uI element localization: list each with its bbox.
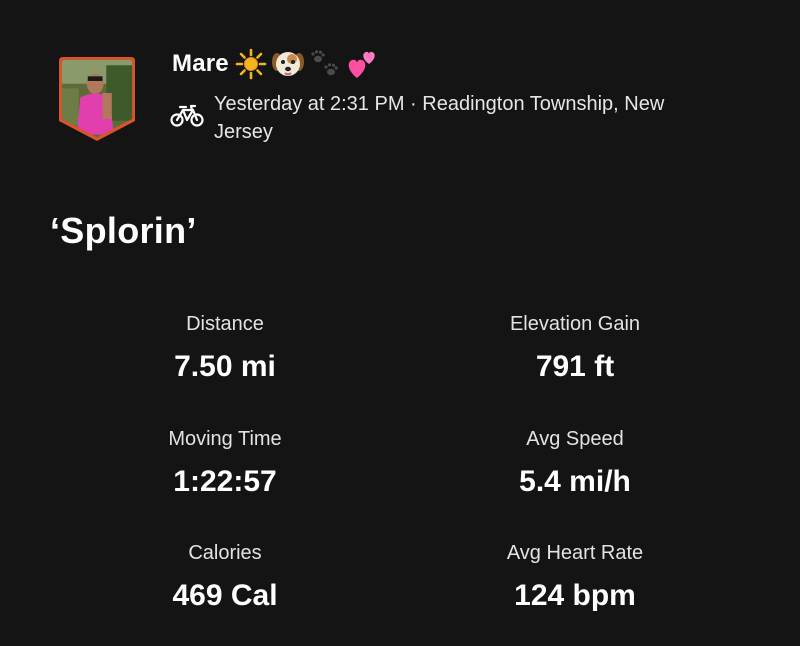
stat-avg-speed: Avg Speed 5.4 mi/h: [400, 427, 750, 499]
stat-distance: Distance 7.50 mi: [50, 312, 400, 384]
activity-date-location: Yesterday at 2:31 PM · Readington Townsh…: [214, 93, 665, 143]
two-hearts-icon: [345, 48, 379, 80]
athlete-emoji-row: [235, 48, 379, 80]
stat-value: 7.50 mi: [174, 350, 276, 383]
stat-label: Avg Heart Rate: [506, 542, 644, 564]
stat-value: 791 ft: [535, 350, 615, 383]
stat-value: 469 Cal: [172, 579, 278, 612]
activity-meta-row: Yesterday at 2:31 PM · Readington Townsh…: [170, 90, 674, 146]
dog-face-icon: [271, 48, 305, 80]
bike-icon: [170, 104, 204, 133]
stat-value: 124 bpm: [514, 579, 636, 612]
stat-label: Elevation Gain: [509, 313, 641, 335]
athlete-name-row[interactable]: Mare: [172, 48, 379, 80]
athlete-avatar[interactable]: [57, 53, 137, 143]
stat-moving-time: Moving Time 1:22:57: [50, 427, 400, 499]
stat-value: 5.4 mi/h: [519, 465, 631, 498]
stat-label: Avg Speed: [526, 428, 624, 450]
activity-card: Mare Yesterday at 2:31 PM · Readington T…: [0, 0, 800, 646]
paw-prints-icon: [309, 48, 341, 80]
activity-title[interactable]: ‘Splorin’: [50, 210, 197, 252]
stat-elevation-gain: Elevation Gain 791 ft: [400, 312, 750, 384]
stat-label: Distance: [186, 313, 264, 335]
stat-avg-heart-rate: Avg Heart Rate 124 bpm: [400, 541, 750, 613]
stat-value: 1:22:57: [173, 465, 277, 498]
sun-icon: [235, 48, 267, 80]
athlete-name[interactable]: Mare: [172, 50, 229, 78]
stat-label: Moving Time: [168, 428, 282, 450]
stat-label: Calories: [188, 542, 262, 564]
stat-calories: Calories 469 Cal: [50, 541, 400, 613]
